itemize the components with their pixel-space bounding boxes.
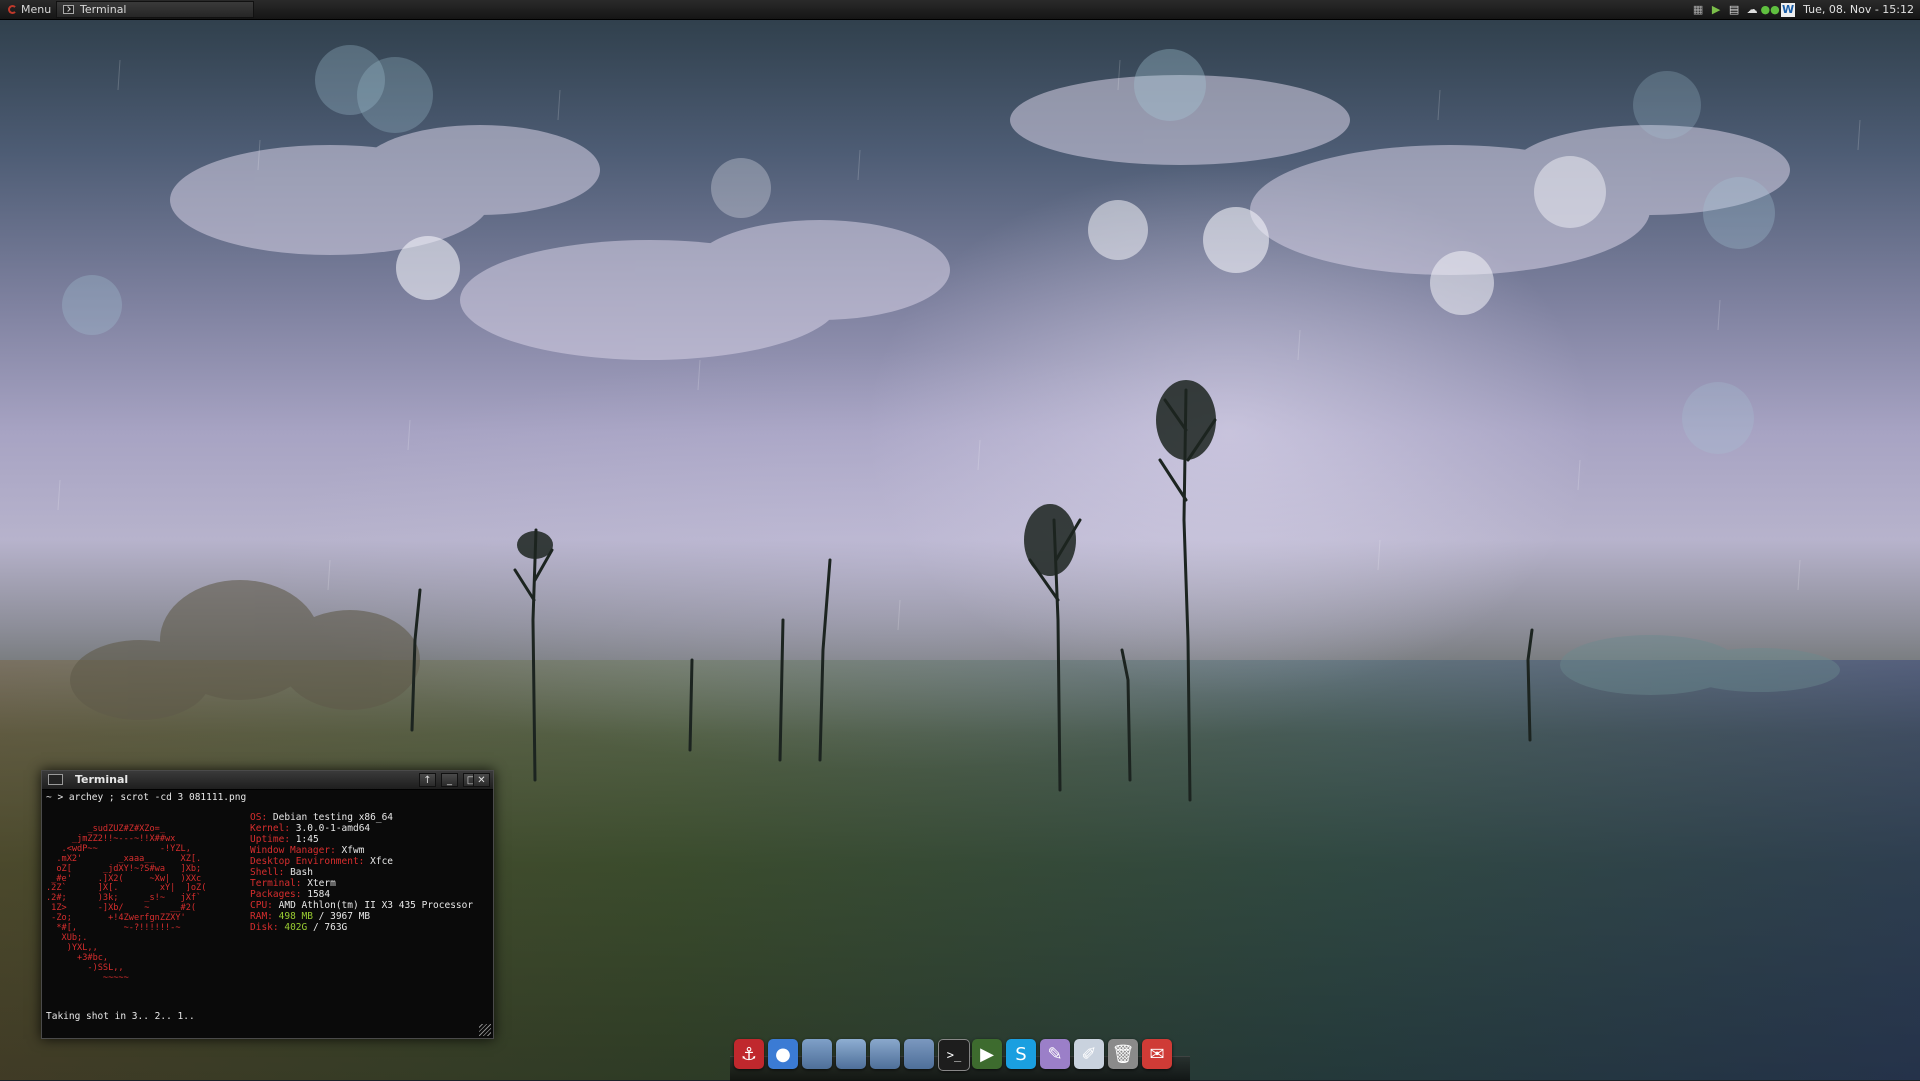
text-editor-icon[interactable]: ✐ <box>1074 1039 1104 1069</box>
trash-icon[interactable]: 🗑 <box>1108 1039 1138 1069</box>
applications-menu-button[interactable]: Menu <box>4 0 55 19</box>
sysinfo-key: Shell: <box>250 867 285 878</box>
sysinfo-key: Disk: <box>250 922 279 933</box>
system-info: OS: Debian testing x86_64 Kernel: 3.0.0-1… <box>250 812 473 933</box>
sysinfo-value: 498 MB <box>278 911 313 922</box>
menu-label: Menu <box>21 3 52 16</box>
downloads-folder-icon[interactable] <box>870 1039 900 1069</box>
debian-ascii-logo: _sudZUZ#Z#XZo=_ _jmZZ2!!~---~!!X##wx .<w… <box>46 824 206 984</box>
resize-grip[interactable] <box>479 1024 491 1036</box>
ascii-logo-line: ~~~~~ <box>46 972 129 983</box>
sysinfo-row: Disk: 402G / 763G <box>250 922 473 933</box>
sysinfo-row: Terminal: Xterm <box>250 878 473 889</box>
sysinfo-row: Uptime: 1:45 <box>250 834 473 845</box>
sysinfo-value: Xfwm <box>341 845 365 856</box>
sysinfo-value: AMD Athlon(tm) II X3 435 Processor <box>278 900 474 911</box>
pidgin-icon[interactable]: ✎ <box>1040 1039 1070 1069</box>
debian-swirl-icon <box>8 5 17 14</box>
eyes-icon[interactable]: ●● <box>1761 3 1780 17</box>
network-icon[interactable]: ▦ <box>1691 3 1705 17</box>
sysinfo-key: Kernel: <box>250 823 291 834</box>
writer-icon[interactable]: W <box>1781 2 1796 17</box>
chromium-icon[interactable]: ● <box>768 1039 798 1069</box>
sysinfo-key: CPU: <box>250 900 273 911</box>
sysinfo-value: 1:45 <box>295 834 319 845</box>
sysinfo-value: Debian testing x86_64 <box>272 812 394 823</box>
documents-folder-icon[interactable] <box>836 1039 866 1069</box>
taskbar-item-terminal[interactable]: Terminal <box>56 1 254 18</box>
sysinfo-row: Desktop Environment: Xfce <box>250 856 473 867</box>
sysinfo-key: Terminal: <box>250 878 302 889</box>
sysinfo-value: 3.0.0-1-amd64 <box>295 823 371 834</box>
sysinfo-value: / 3967 MB <box>312 911 371 922</box>
sysinfo-key: Packages: <box>250 889 302 900</box>
command-line: ~ > archey ; scrot -cd 3 081111.png <box>46 792 247 803</box>
sysinfo-row: RAM: 498 MB / 3967 MB <box>250 911 473 922</box>
sysinfo-value: 402G <box>284 922 308 933</box>
top-panel: Menu Terminal ▦ ▶ ▤ ☁ ●● W Tue, 08. Nov … <box>0 0 1920 20</box>
system-tray: ▦ ▶ ▤ ☁ ●● W Tue, 08. Nov - 15:12 <box>1691 0 1914 19</box>
terminal-icon[interactable]: >_ <box>938 1039 970 1071</box>
sysinfo-key: Uptime: <box>250 834 291 845</box>
sysinfo-value: 1584 <box>307 889 331 900</box>
gmail-icon[interactable]: ✉ <box>1142 1039 1172 1069</box>
anchor-icon[interactable]: ⚓ <box>734 1039 764 1069</box>
clock[interactable]: Tue, 08. Nov - 15:12 <box>1803 0 1914 19</box>
sysinfo-value: Xterm <box>307 878 336 889</box>
dock: ⚓ ● >_ ▶ S ✎ ✐ 🗑 ✉ <box>730 1032 1190 1081</box>
cloud-icon[interactable]: ☁ <box>1745 3 1759 17</box>
sysinfo-row: CPU: AMD Athlon(tm) II X3 435 Processor <box>250 900 473 911</box>
terminal-icon <box>63 5 74 14</box>
sysinfo-key: RAM: <box>250 911 273 922</box>
sysinfo-row: Kernel: 3.0.0-1-amd64 <box>250 823 473 834</box>
trash-folder-icon[interactable] <box>904 1039 934 1069</box>
sysinfo-row: Packages: 1584 <box>250 889 473 900</box>
sysinfo-key: OS: <box>250 812 268 823</box>
sysinfo-row: Window Manager: Xfwm <box>250 845 473 856</box>
terminal-window[interactable]: Terminal ↑ _ □ ✕ ~ > archey ; scrot -cd … <box>41 770 494 1039</box>
sysinfo-value: / 763G <box>307 922 348 933</box>
sysinfo-row: OS: Debian testing x86_64 <box>250 812 473 823</box>
terminal-content[interactable]: ~ > archey ; scrot -cd 3 081111.png _sud… <box>46 792 489 1034</box>
sysinfo-key: Desktop Environment: <box>250 856 365 867</box>
sysinfo-value: Bash <box>290 867 313 878</box>
taskbar-item-label: Terminal <box>80 3 127 16</box>
sysinfo-row: Shell: Bash <box>250 867 473 878</box>
shade-button[interactable]: ↑ <box>419 773 436 787</box>
skype-icon[interactable]: S <box>1006 1039 1036 1069</box>
chat-icon[interactable]: ▤ <box>1727 3 1741 17</box>
folder-icon[interactable] <box>802 1039 832 1069</box>
status-line: Taking shot in 3.. 2.. 1.. <box>46 1011 195 1022</box>
sysinfo-key: Window Manager: <box>250 845 336 856</box>
terminal-titlebar[interactable]: Terminal ↑ _ □ <box>42 771 493 790</box>
minimize-button[interactable]: _ <box>441 773 458 787</box>
media-play-icon[interactable]: ▶ <box>1709 3 1723 17</box>
close-button[interactable]: ✕ <box>473 773 490 787</box>
media-player-icon[interactable]: ▶ <box>972 1039 1002 1069</box>
sysinfo-value: Xfce <box>370 856 394 867</box>
terminal-icon[interactable] <box>48 774 63 785</box>
window-title: Terminal <box>75 773 129 786</box>
